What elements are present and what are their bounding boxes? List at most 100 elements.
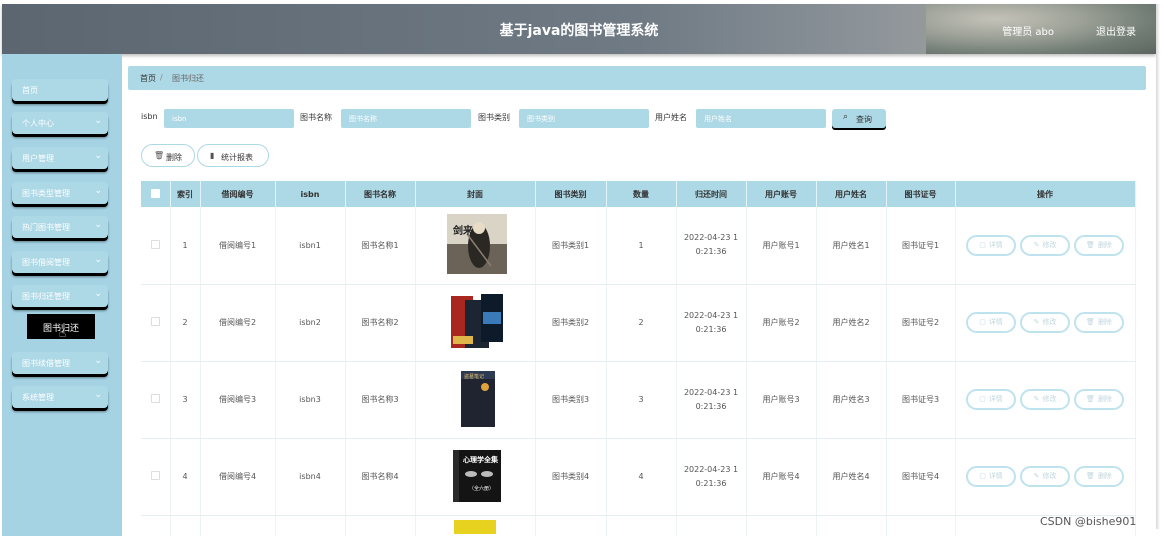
breadcrumb-home[interactable]: 首页 [140,73,156,84]
logout-link[interactable]: 退出登录 [1096,23,1136,38]
return-time-line: 0:21:36 [695,401,727,411]
sidebar-item-home[interactable]: 首页 [12,79,108,101]
book-cover-image: 盗墓笔记 [447,368,507,429]
row-checkbox-cell[interactable] [141,438,171,516]
quantity-cell: 4 [606,438,677,516]
cover-subtitle-text: （全六册） [469,485,494,492]
return-time-line: 2022-04-23 1 [683,310,739,320]
sidebar-item-system-management[interactable]: 系统管理 ⌄ [12,386,108,408]
delete-label: 删除 [1097,472,1112,480]
edit-button[interactable]: ✎ 修改 [1020,389,1070,410]
search-button[interactable]: ⌕ 查询 [832,109,886,128]
trash-icon: 🗑 [1086,395,1095,403]
cover-cell [415,515,536,536]
user-name-input[interactable] [696,109,826,128]
table-row: 3 借阅编号3 isbn3 图书名称3 盗墓笔记 图书类别3 3 2022-04… [141,361,1136,439]
column-header: 数量 [606,181,677,207]
chevron-down-icon: ⌄ [94,151,102,161]
delete-button[interactable]: 🗑 删除 [1074,234,1124,256]
detail-button[interactable]: ▢ 详情 [966,234,1016,256]
delete-button[interactable]: 🗑 删除 [1074,466,1124,487]
select-all-checkbox[interactable] [150,188,160,198]
chevron-down-icon: ⌄ [94,116,102,126]
statistics-report-button[interactable]: ▮ 统计报表 [197,144,269,167]
cover-title-text: 心理学全集 [463,455,499,464]
detail-icon: ▢ [979,472,986,480]
row-checkbox[interactable] [150,239,160,249]
detail-button[interactable]: ▢ 详情 [966,466,1016,487]
row-checkbox[interactable] [150,394,160,403]
detail-button[interactable]: ▢ 详情 [966,312,1016,333]
book-category-input[interactable] [519,109,649,128]
isbn-cell: isbn4 [275,438,346,516]
sidebar-item-personal-center[interactable]: 个人中心 ⌄ [12,112,108,134]
watermark: CSDN @bishe901 [1040,515,1137,528]
isbn-input[interactable] [164,109,294,128]
app-window: { "header": { "title": "基于java的图书管理系统", … [0,0,1163,536]
row-checkbox-cell[interactable] [141,361,171,439]
chevron-down-icon: ⌄ [94,220,102,230]
delete-button[interactable]: 🗑 删除 [1074,389,1124,410]
row-checkbox-cell[interactable] [141,207,171,285]
edit-label: 修改 [1042,240,1057,249]
sidebar-item-label: 图书归还管理 [22,292,70,301]
return-time-cell: 2022-04-23 1 0:21:36 [676,438,747,516]
book-name-cell: 图书名称3 [345,361,416,439]
row-checkbox-cell[interactable] [141,284,171,362]
sidebar-item-label: 热门图书管理 [22,223,70,232]
sidebar-item-return-management[interactable]: 图书归还管理 ⌄ [12,285,108,307]
delete-button[interactable]: 🗑 删除 [1074,312,1124,333]
trash-icon: 🗑 [1086,318,1095,326]
edit-button[interactable]: ✎ 修改 [1020,234,1070,256]
sidebar-item-book-type-management[interactable]: 图书类型管理 ⌄ [12,182,108,204]
user-name-label: 用户姓名 [655,113,687,122]
cover-cell: 剑来 [415,207,536,285]
book-name-input[interactable] [341,109,471,128]
column-header: 操作 [955,181,1136,207]
return-time-cell: 2022-04-23 1 0:21:36 [676,284,747,362]
row-checkbox[interactable] [150,471,160,480]
category-cell: 图书类别2 [535,284,607,362]
book-cover-image: 心理学全集 （全六册） [447,445,507,506]
book-name-cell: 图书名称4 [345,438,416,516]
edit-icon: ✎ [1033,318,1040,326]
batch-delete-button[interactable]: 🗑 删除 [141,144,195,167]
isbn-cell: isbn1 [275,207,346,285]
column-header: 用户账号 [746,181,817,207]
row-checkbox[interactable] [150,317,160,326]
sidebar-item-popular-books[interactable]: 热门图书管理 ⌄ [12,216,108,238]
index-cell: 1 [170,207,201,285]
book-cover-image [447,291,507,352]
sidebar-item-user-management[interactable]: 用户管理 ⌄ [12,147,108,169]
sidebar-item-renew-management[interactable]: 图书续借管理 ⌄ [12,352,108,374]
book-category-label: 图书类别 [478,113,510,122]
sidebar: 首页 个人中心 ⌄ 用户管理 ⌄ 图书类型管理 ⌄ 热门图书管理 ⌄ 图书借阅管… [2,54,122,536]
detail-icon: ▢ [979,318,986,326]
book-cover-image: 剑来 [447,214,507,275]
select-all-checkbox-cell[interactable] [141,181,171,207]
edit-button[interactable]: ✎ 修改 [1020,466,1070,487]
column-header: 图书名称 [345,181,416,207]
card-no-cell: 图书证号3 [886,361,956,439]
cover-title-text: 盗墓笔记 [464,373,484,380]
edit-label: 修改 [1042,395,1057,403]
edit-button[interactable]: ✎ 修改 [1020,312,1070,333]
sidebar-item-borrow-management[interactable]: 图书借阅管理 ⌄ [12,251,108,273]
sidebar-item-label: 个人中心 [22,119,54,128]
chevron-down-icon: ⌄ [94,255,102,265]
return-time-cell: 2022-04-23 1 0:21:36 [676,361,747,439]
borrow-no-cell: 借阅编号3 [200,361,276,439]
data-table: 索引 借阅编号 isbn 图书名称 封面 图书类别 数量 归还时间 用户账号 用… [141,181,1136,536]
statistics-report-label: 统计报表 [221,153,253,162]
column-header: 图书证号 [886,181,956,207]
detail-button[interactable]: ▢ 详情 [966,389,1016,410]
column-header: 图书类别 [535,181,607,207]
detail-icon: ▢ [979,240,986,249]
card-no-cell: 图书证号4 [886,438,956,516]
borrow-no-cell: 借阅编号2 [200,284,276,362]
delete-label: 删除 [1097,318,1112,326]
card-no-cell: 图书证号2 [886,284,956,362]
book-name-label: 图书名称 [300,113,332,122]
table-row: 4 借阅编号4 isbn4 图书名称4 心理学全集 （全六册） 图书类别4 4 … [141,438,1136,516]
book-cover-image [454,519,496,534]
